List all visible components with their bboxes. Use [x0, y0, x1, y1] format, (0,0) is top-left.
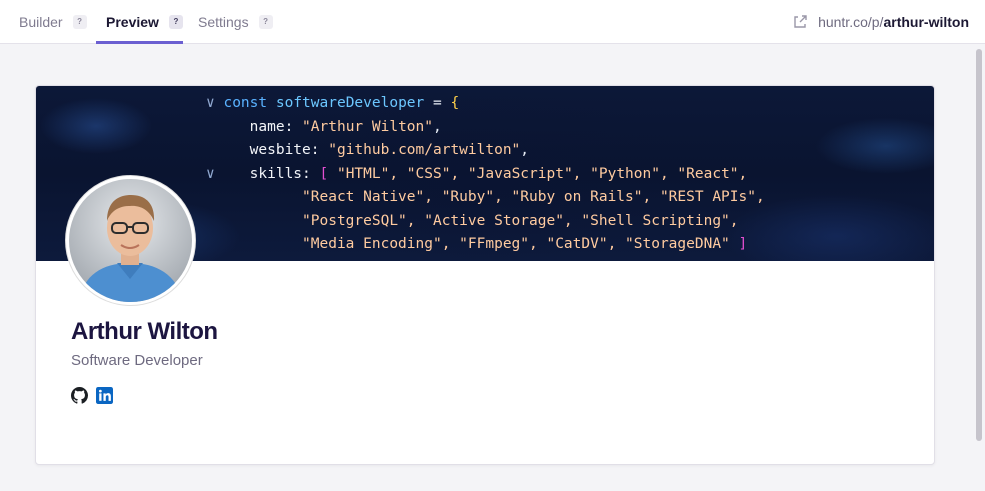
github-icon[interactable]: [71, 387, 88, 404]
top-nav-bar: Builder ? Preview ? Settings ? huntr.co/…: [0, 0, 985, 44]
linkedin-icon[interactable]: [96, 387, 113, 404]
preview-help-icon[interactable]: ?: [168, 15, 183, 29]
profile-name: Arthur Wilton: [71, 318, 218, 345]
external-link-icon: [794, 15, 807, 28]
profile-title: Software Developer: [71, 352, 203, 369]
tab-builder[interactable]: Builder ?: [19, 0, 87, 44]
active-tab-indicator: [96, 41, 183, 44]
page-scrollbar[interactable]: [973, 45, 985, 491]
public-profile-link[interactable]: huntr.co/p/arthur-wilton: [792, 0, 969, 44]
tab-settings[interactable]: Settings ?: [198, 0, 273, 44]
profile-card: ∨ const softwareDeveloper = { name: "Art…: [35, 85, 935, 465]
banner-code: ∨ const softwareDeveloper = { name: "Art…: [206, 95, 765, 261]
profile-url-slug: arthur-wilton: [883, 14, 969, 30]
tab-builder-label: Builder: [19, 14, 63, 30]
settings-help-icon[interactable]: ?: [258, 15, 273, 29]
builder-help-icon[interactable]: ?: [72, 15, 87, 29]
scrollbar-thumb[interactable]: [976, 49, 982, 441]
profile-url-prefix: huntr.co/p/: [818, 14, 884, 30]
tab-preview-label: Preview: [106, 14, 159, 30]
profile-avatar: [66, 176, 195, 305]
tab-settings-label: Settings: [198, 14, 249, 30]
avatar-photo: [69, 179, 192, 302]
social-links: [71, 387, 113, 404]
tab-preview[interactable]: Preview ?: [106, 0, 183, 44]
